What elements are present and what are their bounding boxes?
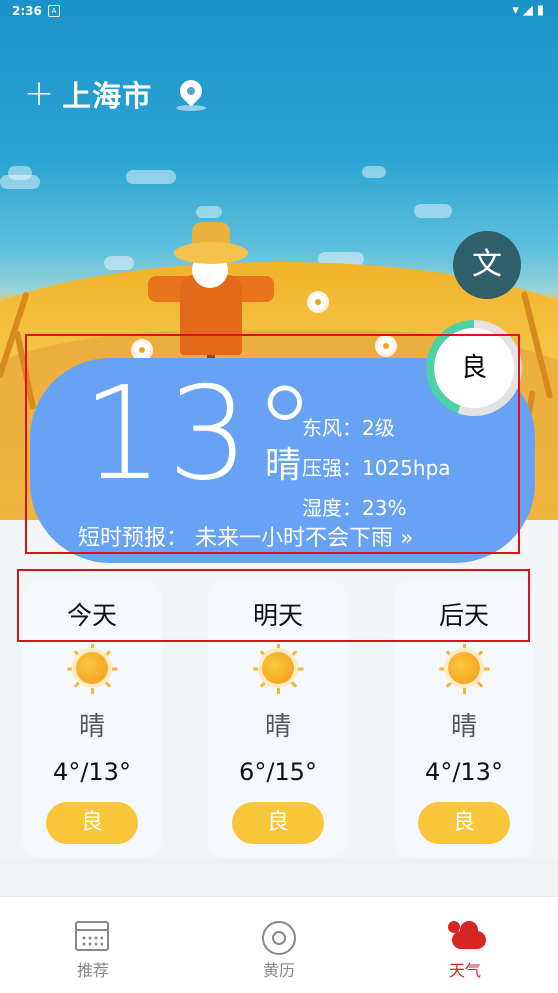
content-footer-gap	[0, 858, 558, 896]
day-condition: 晴	[450, 712, 477, 742]
temperature-range: 4°/13°	[53, 758, 131, 786]
flower	[310, 294, 326, 310]
nav-label: 黄历	[262, 961, 295, 980]
header: + 上海市	[24, 73, 207, 115]
sun-icon	[448, 652, 480, 684]
nav-item-weather[interactable]: 天气	[372, 897, 558, 993]
city-name[interactable]: 上海市	[62, 73, 152, 115]
scarecrow-hat	[174, 242, 248, 264]
cloud	[362, 166, 386, 178]
aqi-badge: 良	[46, 802, 138, 844]
cloud	[8, 166, 32, 180]
cloud	[126, 170, 176, 184]
nav-label: 天气	[448, 961, 481, 980]
cloud	[104, 256, 134, 270]
highlight-current-weather	[25, 334, 520, 554]
temperature-range: 6°/15°	[239, 758, 317, 786]
almanac-icon	[262, 921, 296, 955]
cloud	[196, 206, 222, 218]
temperature-range: 4°/13°	[425, 758, 503, 786]
calendar-icon	[75, 921, 109, 951]
add-city-icon[interactable]: +	[24, 76, 54, 112]
nav-item-recommend[interactable]: 推荐	[0, 897, 186, 993]
status-bar: 2:36 A ▾◢▮	[0, 0, 558, 24]
nav-item-almanac[interactable]: 黄历	[186, 897, 372, 993]
cloud	[414, 204, 452, 218]
status-time: 2:36	[12, 4, 42, 18]
language-button[interactable]: 文	[453, 231, 521, 299]
sun-icon	[76, 652, 108, 684]
weather-icon	[448, 919, 488, 953]
system-icons: ▾◢▮	[512, 3, 548, 18]
notification-icon: A	[48, 5, 60, 17]
aqi-badge: 良	[418, 802, 510, 844]
day-condition: 晴	[78, 712, 105, 742]
highlight-day-tabs	[17, 569, 530, 642]
day-condition: 晴	[264, 712, 291, 742]
sun-icon	[262, 652, 294, 684]
aqi-badge: 良	[232, 802, 324, 844]
bottom-nav: 推荐 黄历 天气	[0, 896, 558, 993]
nav-label: 推荐	[76, 961, 109, 980]
location-pin-shadow	[176, 105, 206, 111]
